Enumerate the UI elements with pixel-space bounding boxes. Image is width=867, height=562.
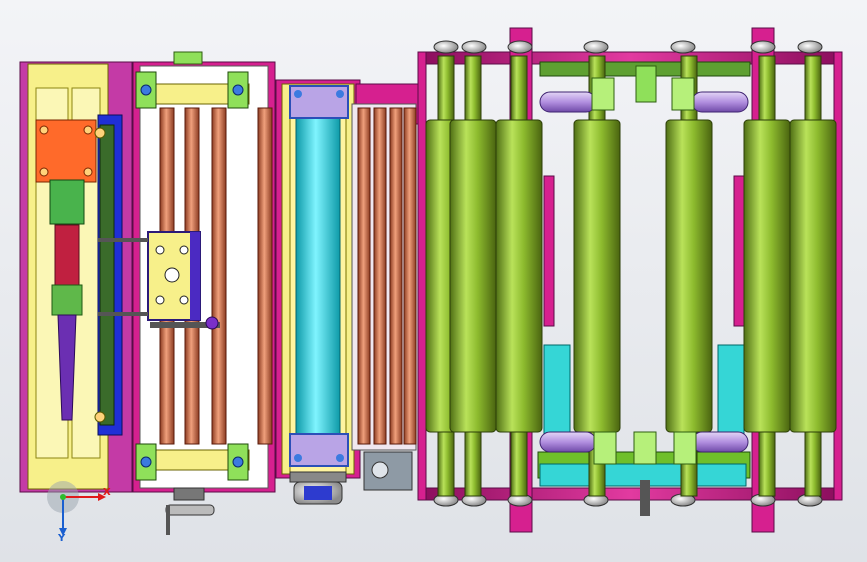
idler-roller[interactable] [691, 91, 749, 113]
cylinder-rod-clevis[interactable] [49, 179, 85, 225]
idler-bracket[interactable] [671, 77, 695, 111]
machine-assembly-model[interactable] [0, 0, 867, 562]
shaft-bearing[interactable] [507, 40, 533, 54]
idler-bracket[interactable] [593, 431, 617, 465]
bearing-bolt [232, 84, 244, 96]
idler-roller[interactable] [539, 431, 597, 453]
shaft-bearing[interactable] [583, 40, 609, 54]
shaft-bearing[interactable] [461, 40, 487, 54]
green-roller-set[interactable] [425, 55, 837, 497]
cyan-roller-module[interactable] [275, 79, 361, 505]
green-roller[interactable] [665, 119, 713, 433]
idler-bracket[interactable] [673, 431, 697, 465]
shaft-bearing[interactable] [797, 40, 823, 54]
bearing-bolt [140, 456, 152, 468]
handwheel[interactable] [165, 504, 215, 516]
idler-roller[interactable] [539, 91, 597, 113]
cylinder-module[interactable] [19, 61, 133, 493]
green-roller[interactable] [789, 119, 837, 433]
adjust-bolt[interactable] [640, 480, 650, 516]
copper-tube[interactable] [211, 107, 227, 445]
copper-tube[interactable] [403, 107, 417, 445]
copper-tube[interactable] [389, 107, 403, 445]
bearing-bolt [232, 456, 244, 468]
x-axis-label: X [103, 487, 111, 498]
idler-roller-set[interactable] [539, 77, 749, 465]
top-adjust-screw[interactable] [173, 51, 203, 65]
copper-tube[interactable] [257, 107, 273, 445]
copper-tube[interactable] [373, 107, 387, 445]
green-roller[interactable] [573, 119, 621, 433]
cad-viewport[interactable]: X Y [0, 0, 867, 562]
shaft-bearing[interactable] [750, 40, 776, 54]
cyan-main-roller[interactable] [295, 107, 341, 445]
idler-roller[interactable] [691, 431, 749, 453]
y-axis-label: Y [58, 533, 66, 544]
main-roller-frame[interactable] [417, 27, 843, 533]
copper-tube[interactable] [357, 107, 371, 445]
guide-roller-module[interactable] [351, 83, 421, 491]
green-roller[interactable] [495, 119, 543, 433]
bearing-bolt [140, 84, 152, 96]
pneumatic-cylinder-body[interactable] [54, 224, 80, 286]
green-roller[interactable] [449, 119, 497, 433]
cyan-bracket-left[interactable] [543, 344, 571, 436]
shaft-bearing[interactable] [670, 40, 696, 54]
shaft-bearing[interactable] [433, 40, 459, 54]
idler-bracket[interactable] [633, 431, 657, 465]
cyan-bracket-right[interactable] [717, 344, 745, 436]
green-roller[interactable] [743, 119, 791, 433]
idler-bracket[interactable] [591, 77, 615, 111]
